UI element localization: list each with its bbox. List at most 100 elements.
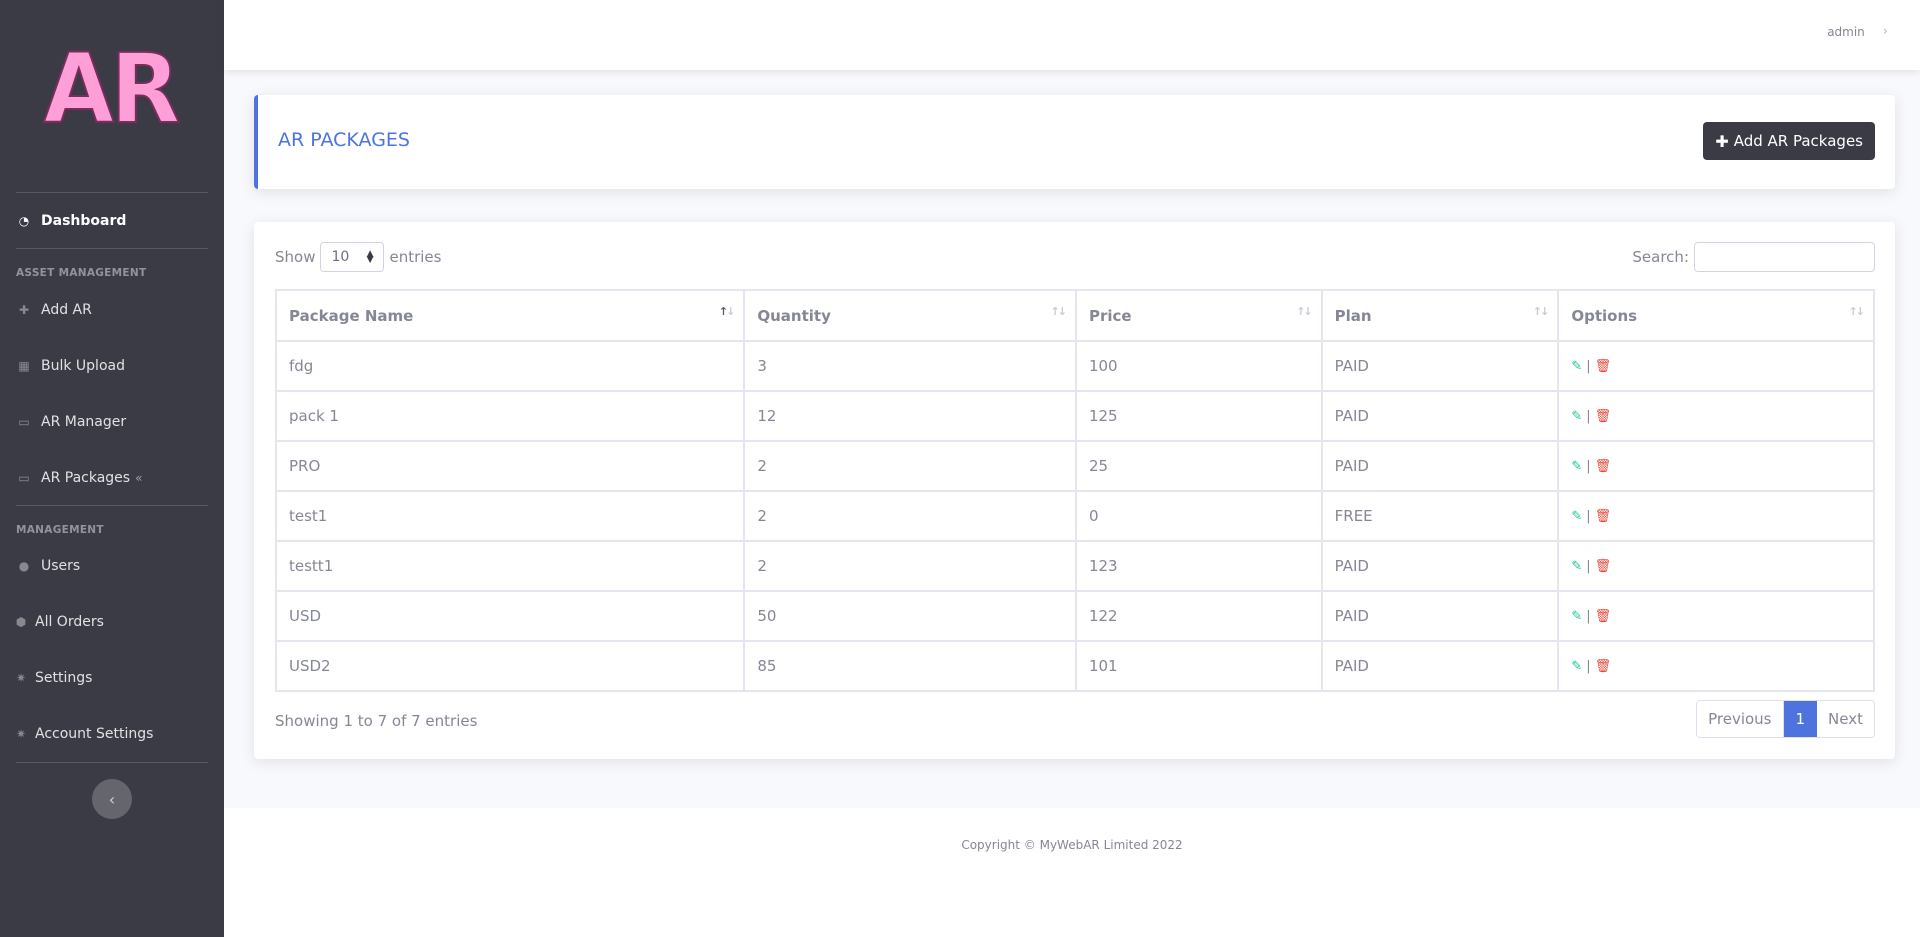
chevron-left-icon: ‹	[108, 789, 116, 809]
page-title: AR PACKAGES	[278, 129, 410, 151]
chevron-right-icon: ›	[1882, 24, 1888, 39]
edit-pencil-icon[interactable]: ✎	[1571, 459, 1582, 474]
sidebar: AR ◔ Dashboard ASSET MANAGEMENT ✚ Add AR…	[0, 0, 224, 937]
add-ar-packages-button[interactable]: ✚ Add AR Packages	[1703, 122, 1875, 160]
previous-page-button[interactable]: Previous	[1697, 701, 1784, 737]
sidebar-divider	[16, 192, 208, 193]
cell-price: 25	[1074, 440, 1323, 492]
gear-icon: ✷	[15, 671, 27, 685]
delete-trash-icon[interactable]: 🗑	[1595, 409, 1612, 424]
sidebar-item-users[interactable]: ● Users	[16, 555, 80, 577]
table-row: USD 50 122 PAID ✎ | 🗑	[274, 590, 1875, 642]
sidebar-item-add-ar[interactable]: ✚ Add AR	[16, 299, 92, 321]
column-header-price[interactable]: Price ↑↓	[1074, 289, 1323, 342]
sidebar-heading-management: MANAGEMENT	[16, 524, 104, 536]
column-header-options[interactable]: Options ↑↓	[1557, 289, 1875, 342]
cell-price: 101	[1074, 640, 1323, 692]
plus-icon: ✚	[18, 303, 30, 317]
cell-options: ✎ | 🗑	[1557, 340, 1875, 392]
sidebar-item-account-settings[interactable]: ✷ Account Settings	[16, 723, 153, 745]
select-arrows-icon: ▲ ▼	[366, 248, 374, 265]
sidebar-item-ar-manager[interactable]: ▭ AR Manager	[16, 411, 126, 433]
sidebar-toggle-button[interactable]: ‹	[92, 779, 132, 819]
sidebar-item-label: Users	[41, 558, 81, 574]
cell-price: 100	[1074, 340, 1323, 392]
cell-plan: FREE	[1320, 490, 1560, 542]
edit-pencil-icon[interactable]: ✎	[1571, 359, 1582, 374]
column-header-label: Plan	[1334, 306, 1372, 325]
column-header-label: Package Name	[289, 306, 414, 325]
cell-package-name: USD	[274, 590, 746, 642]
cell-plan: PAID	[1320, 640, 1560, 692]
cell-plan: PAID	[1320, 590, 1560, 642]
sort-icon: ↑↓	[1848, 305, 1866, 318]
plus-icon: ✚	[1715, 131, 1729, 151]
cell-plan: PAID	[1320, 540, 1560, 592]
cell-options: ✎ | 🗑	[1557, 440, 1875, 492]
table-row: fdg 3 100 PAID ✎ | 🗑	[274, 340, 1875, 392]
add-button-label: Add AR Packages	[1733, 132, 1863, 150]
cell-quantity: 50	[743, 590, 1077, 642]
table-row: USD2 85 101 PAID ✎ | 🗑	[274, 640, 1875, 692]
entries-select-value: 10	[331, 249, 350, 265]
brand-logo[interactable]: AR	[40, 40, 181, 138]
column-header-plan[interactable]: Plan ↑↓	[1320, 289, 1560, 342]
sidebar-item-all-orders[interactable]: ⬢ All Orders	[16, 611, 104, 633]
delete-trash-icon[interactable]: 🗑	[1595, 659, 1612, 674]
separator: |	[1586, 408, 1591, 424]
cell-price: 123	[1074, 540, 1323, 592]
cell-quantity: 12	[743, 390, 1077, 442]
sort-icon: ↑↓	[718, 305, 736, 318]
next-page-button[interactable]: Next	[1817, 701, 1874, 737]
edit-pencil-icon[interactable]: ✎	[1571, 659, 1582, 674]
edit-pencil-icon[interactable]: ✎	[1571, 509, 1582, 524]
cell-package-name: fdg	[274, 340, 746, 392]
sort-icon: ↑↓	[1050, 305, 1068, 318]
cell-quantity: 2	[743, 490, 1077, 542]
sidebar-item-dashboard[interactable]: ◔ Dashboard	[16, 210, 127, 232]
sidebar-item-label: Settings	[35, 670, 93, 686]
cell-plan: PAID	[1320, 390, 1560, 442]
cell-plan: PAID	[1320, 340, 1560, 392]
page-1-button[interactable]: 1	[1783, 701, 1818, 737]
cell-package-name: USD2	[274, 640, 746, 692]
entries-select[interactable]: 10 ▲ ▼	[320, 242, 385, 272]
search-input[interactable]	[1694, 242, 1875, 272]
boxes-icon: ▦	[18, 359, 30, 373]
cell-options: ✎ | 🗑	[1557, 590, 1875, 642]
column-header-package-name[interactable]: Package Name ↑↓	[274, 289, 746, 342]
sidebar-item-settings[interactable]: ✷ Settings	[16, 667, 92, 689]
edit-pencil-icon[interactable]: ✎	[1571, 559, 1582, 574]
sidebar-item-label: AR Manager	[41, 414, 127, 430]
delete-trash-icon[interactable]: 🗑	[1595, 359, 1612, 374]
cell-package-name: testt1	[274, 540, 746, 592]
column-header-quantity[interactable]: Quantity ↑↓	[743, 289, 1077, 342]
sidebar-item-label: All Orders	[35, 614, 104, 630]
delete-trash-icon[interactable]: 🗑	[1595, 559, 1612, 574]
cell-options: ✎ | 🗑	[1557, 540, 1875, 592]
table-row: testt1 2 123 PAID ✎ | 🗑	[274, 540, 1875, 592]
entries-length-control: Show 10 ▲ ▼ entries	[275, 242, 441, 272]
sidebar-item-label: Dashboard	[41, 213, 127, 229]
edit-pencil-icon[interactable]: ✎	[1571, 409, 1582, 424]
sort-icon: ↑↓	[1532, 305, 1550, 318]
sidebar-item-bulk-upload[interactable]: ▦ Bulk Upload	[16, 355, 125, 377]
show-label: Show	[275, 248, 316, 266]
delete-trash-icon[interactable]: 🗑	[1595, 609, 1612, 624]
cell-price: 125	[1074, 390, 1323, 442]
tachometer-icon: ◔	[18, 214, 30, 228]
delete-trash-icon[interactable]: 🗑	[1595, 459, 1612, 474]
sidebar-item-ar-packages[interactable]: ▭ AR Packages «	[16, 467, 142, 489]
delete-trash-icon[interactable]: 🗑	[1595, 509, 1612, 524]
edit-pencil-icon[interactable]: ✎	[1571, 609, 1582, 624]
pagination: Previous 1 Next	[1696, 700, 1875, 738]
user-menu[interactable]: admin ›	[1827, 24, 1888, 39]
cell-quantity: 85	[743, 640, 1077, 692]
table-info: Showing 1 to 7 of 7 entries	[275, 712, 478, 730]
cell-price: 122	[1074, 590, 1323, 642]
column-header-label: Price	[1088, 306, 1132, 325]
cell-quantity: 3	[743, 340, 1077, 392]
cell-quantity: 2	[743, 540, 1077, 592]
gear-icon: ✷	[15, 727, 27, 741]
image-icon: ▭	[18, 415, 30, 429]
